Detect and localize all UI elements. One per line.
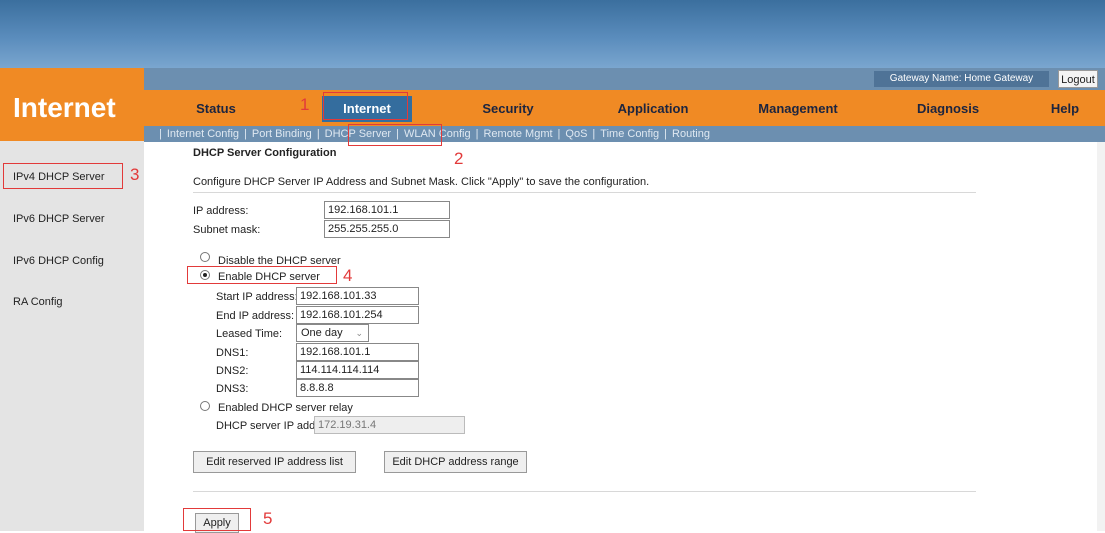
relay-ip-input[interactable]: 172.19.31.4 [314, 416, 465, 434]
annotation-number: 3 [130, 165, 140, 184]
page-title: DHCP Server Configuration [193, 147, 337, 159]
annotation-box-internet-tab [323, 92, 408, 120]
leased-time-value: One day [301, 327, 343, 339]
dns2-label: DNS2: [216, 365, 249, 377]
edit-reserved-ip-button[interactable]: Edit reserved IP address list [193, 451, 356, 473]
dns2-input[interactable]: 114.114.114.114 [296, 361, 419, 379]
dns1-label: DNS1: [216, 347, 249, 359]
sidebar-item-ipv6-dhcp-config[interactable]: IPv6 DHCP Config [13, 255, 104, 267]
brand-title: Internet [13, 92, 116, 123]
subtab-time-config[interactable]: Time Config [596, 128, 663, 140]
brand-block: Internet [0, 68, 144, 141]
disable-dhcp-radio[interactable] [200, 252, 210, 262]
divider [193, 192, 976, 193]
dns3-input[interactable]: 8.8.8.8 [296, 379, 419, 397]
edit-dhcp-range-button[interactable]: Edit DHCP address range [384, 451, 527, 473]
page-description: Configure DHCP Server IP Address and Sub… [193, 176, 650, 188]
ip-address-label: IP address: [193, 205, 249, 217]
logout-button[interactable]: Logout [1058, 70, 1098, 88]
tab-application[interactable]: Application [603, 96, 703, 122]
subtab-qos[interactable]: QoS [561, 128, 591, 140]
relay-dhcp-label: Enabled DHCP server relay [218, 402, 353, 414]
ip-address-input[interactable]: 192.168.101.1 [324, 201, 450, 219]
tab-security[interactable]: Security [468, 96, 548, 122]
annotation-number: 4 [343, 266, 353, 285]
annotation-number: 5 [263, 509, 273, 528]
subtab-internet-config[interactable]: Internet Config [163, 128, 243, 140]
top-banner [0, 0, 1105, 68]
dns3-label: DNS3: [216, 383, 249, 395]
tab-diagnosis[interactable]: Diagnosis [898, 96, 998, 122]
subnet-mask-label: Subnet mask: [193, 224, 261, 236]
gateway-name: Gateway Name: Home Gateway [874, 71, 1049, 87]
annotation-box-enable-dhcp [187, 266, 337, 284]
tab-management[interactable]: Management [743, 96, 853, 122]
chevron-down-icon: ⌄ [355, 328, 363, 338]
subtab-routing[interactable]: Routing [668, 128, 714, 140]
tab-status[interactable]: Status [176, 96, 256, 122]
subtab-remote-mgmt[interactable]: Remote Mgmt [479, 128, 556, 140]
relay-dhcp-radio[interactable] [200, 401, 210, 411]
sidebar-item-ipv6-dhcp-server[interactable]: IPv6 DHCP Server [13, 213, 105, 225]
sidebar-item-ra-config[interactable]: RA Config [13, 296, 63, 308]
annotation-box-dhcp-subtab [348, 124, 442, 146]
subnet-mask-input[interactable]: 255.255.255.0 [324, 220, 450, 238]
scrollbar[interactable] [1097, 142, 1105, 531]
leased-time-label: Leased Time: [216, 328, 283, 340]
annotation-number: 2 [454, 149, 464, 168]
dns1-input[interactable]: 192.168.101.1 [296, 343, 419, 361]
divider-bottom [193, 491, 976, 492]
annotation-box-ipv4-sidebar [3, 163, 123, 189]
annotation-box-apply [183, 508, 251, 531]
start-ip-label: Start IP address: [216, 291, 298, 303]
leased-time-select[interactable]: One day ⌄ [296, 324, 369, 342]
start-ip-input[interactable]: 192.168.101.33 [296, 287, 419, 305]
annotation-number: 1 [300, 95, 310, 114]
end-ip-label: End IP address: [216, 310, 295, 322]
subtab-port-binding[interactable]: Port Binding [248, 128, 316, 140]
tab-help[interactable]: Help [1040, 96, 1090, 122]
end-ip-input[interactable]: 192.168.101.254 [296, 306, 419, 324]
